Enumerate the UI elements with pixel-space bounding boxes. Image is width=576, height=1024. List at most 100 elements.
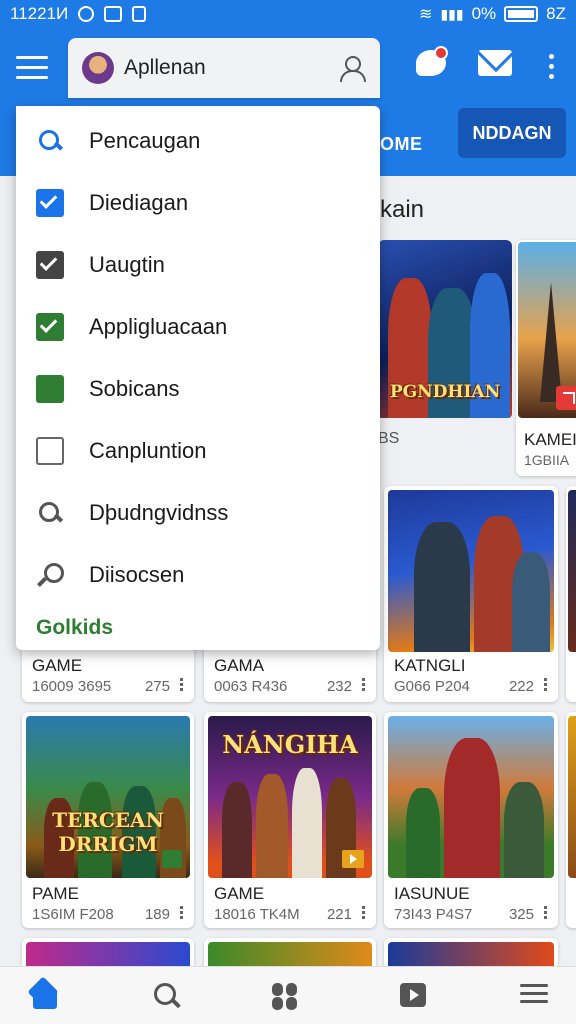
game-card-meta: 16009 3695 275 — [32, 678, 184, 695]
menu-item-checkbox-blue[interactable]: Diediagan — [16, 172, 380, 234]
external-link-icon — [556, 386, 576, 410]
game-card-partial[interactable] — [566, 712, 576, 928]
mail-icon[interactable] — [478, 50, 514, 82]
checkbox-checked-dark-icon[interactable] — [36, 251, 64, 279]
game-card-name: IASUNUE — [394, 884, 470, 903]
signal-icon: ▮▮▮ — [440, 5, 464, 22]
game-card-meta: 73I43 P4S7 325 — [394, 906, 548, 923]
home-icon[interactable] — [28, 979, 64, 1013]
games-icon[interactable] — [270, 979, 306, 1013]
more-vert-icon[interactable] — [362, 678, 366, 693]
game-card[interactable]: KATNGLI G066 P204 222 — [384, 486, 558, 702]
play-badge-icon — [342, 850, 364, 868]
menu-item-label: Pencaugan — [89, 128, 201, 153]
checkbox-checked-blue-icon[interactable] — [36, 189, 64, 217]
menu-item-search-grey[interactable]: Dþudngvidnss — [16, 482, 380, 544]
game-card-sub: 0063 R436 — [214, 678, 288, 695]
game-card-count: 232 — [326, 678, 352, 695]
game-thumbnail — [518, 242, 576, 418]
sync-icon — [78, 6, 95, 22]
game-card-sub: 18016 TK4M — [214, 906, 300, 923]
game-thumbnail — [388, 490, 554, 652]
menu-item-label: Canpluntion — [89, 438, 207, 463]
game-card-sub: 73I43 P4S7 — [394, 906, 473, 923]
game-thumbnail — [388, 716, 554, 878]
image-icon — [104, 6, 123, 22]
tab-home[interactable]: OME — [380, 124, 423, 164]
game-card-name: GAMA — [214, 656, 265, 675]
game-thumbnail-title: PGNDHIAN — [389, 382, 501, 402]
menu-icon[interactable] — [516, 979, 552, 1013]
signal-text: 8Z — [546, 4, 566, 23]
game-thumbnail: NÁNGIHA — [208, 716, 372, 878]
file-icon — [132, 6, 147, 22]
game-card-name: GAME — [214, 884, 265, 903]
game-thumbnail: TERCEAN DRRIGM — [26, 716, 190, 878]
game-card-name: KATNGLI — [394, 656, 466, 675]
checkbox-empty-icon[interactable] — [36, 437, 64, 465]
menu-item-search[interactable]: Pencaugan — [16, 110, 380, 172]
notification-icon[interactable] — [416, 46, 452, 82]
game-card-count: 222 — [508, 678, 534, 695]
more-vert-icon[interactable] — [180, 678, 184, 693]
search-icon — [36, 127, 64, 155]
game-card-meta: 18016 TK4M 221 — [214, 906, 366, 923]
bottom-navigation — [0, 966, 576, 1024]
menu-item-label: Appligluacaan — [89, 314, 228, 339]
game-thumbnail-title: TERCEAN DRRIGM — [52, 808, 164, 856]
game-thumbnail — [568, 490, 576, 652]
menu-item-checkbox-green[interactable]: Appligluacaan — [16, 296, 380, 358]
search-bar-label: Apllenan — [124, 56, 206, 79]
menu-footer-link[interactable]: Golkids — [36, 616, 113, 640]
game-card-top-2[interactable]: KAMEI 1GBIIA — [516, 240, 576, 476]
more-vert-icon[interactable] — [544, 906, 548, 921]
game-card-meta: G066 P204 222 — [394, 678, 548, 695]
menu-item-key[interactable]: Diisocsen — [16, 544, 380, 606]
game-card-name: KAMEI — [524, 430, 576, 449]
checkbox-checked-green-icon[interactable] — [36, 313, 64, 341]
checkbox-filled-green-icon[interactable] — [36, 375, 64, 403]
menu-item-label: Dþudngvidnss — [89, 500, 229, 525]
menu-item-label: Diisocsen — [89, 562, 185, 587]
game-card-sub: 16009 3695 — [32, 678, 112, 695]
dropdown-menu: Pencaugan Diediagan Uaugtin Appligluacaa… — [16, 106, 380, 650]
more-vert-icon[interactable] — [362, 906, 366, 921]
game-card-partial[interactable] — [566, 486, 576, 702]
game-card-sub: G066 P204 — [394, 678, 470, 695]
battery-icon — [504, 6, 539, 22]
more-vert-icon[interactable] — [180, 906, 184, 921]
search-bar[interactable]: Apllenan — [68, 38, 380, 98]
game-card-count: 325 — [508, 906, 534, 923]
game-card-meta: 0063 R436 232 — [214, 678, 366, 695]
status-bar: 11221И ≋ ▮▮▮ 0% 8Z — [0, 0, 576, 28]
avatar[interactable] — [82, 52, 114, 84]
menu-icon[interactable] — [16, 56, 48, 80]
game-card-count: 275 — [144, 678, 170, 695]
search-icon[interactable] — [150, 979, 186, 1013]
battery-percent: 0% — [471, 4, 497, 23]
wifi-icon: ≋ — [419, 6, 433, 23]
game-card[interactable]: IASUNUE 73I43 P4S7 325 — [384, 712, 558, 928]
game-card-count: 189 — [144, 906, 170, 923]
game-thumbnail: PGNDHIAN — [378, 240, 512, 418]
more-vert-icon[interactable] — [549, 54, 557, 84]
play-icon[interactable] — [396, 979, 432, 1013]
game-card[interactable]: TERCEAN DRRIGM PAME 1S6IM F208 189 — [22, 712, 194, 928]
game-card-name: GAME — [32, 656, 83, 675]
section-title: kain — [380, 196, 425, 223]
menu-item-label: Sobicans — [89, 376, 180, 401]
status-time: 11221И — [10, 4, 69, 23]
menu-item-checkbox-empty[interactable]: Canpluntion — [16, 420, 380, 482]
game-thumbnail-title: NÁNGIHA — [222, 730, 358, 759]
game-card-sub: 1GBIIA — [524, 452, 570, 468]
search-grey-icon — [36, 499, 64, 527]
game-card-name: PAME — [32, 884, 79, 903]
menu-item-checkbox-dark[interactable]: Uaugtin — [16, 234, 380, 296]
game-card[interactable]: NÁNGIHA GAME 18016 TK4M 221 — [204, 712, 376, 928]
game-card-top-1[interactable]: PGNDHIAN BS — [378, 240, 512, 472]
menu-item-checkbox-filled[interactable]: Sobicans — [16, 358, 380, 420]
game-card-sub: 1S6IM F208 — [32, 906, 114, 923]
more-vert-icon[interactable] — [544, 678, 548, 693]
user-icon[interactable] — [338, 54, 366, 82]
tab-button[interactable]: NDDAGN — [458, 108, 566, 158]
